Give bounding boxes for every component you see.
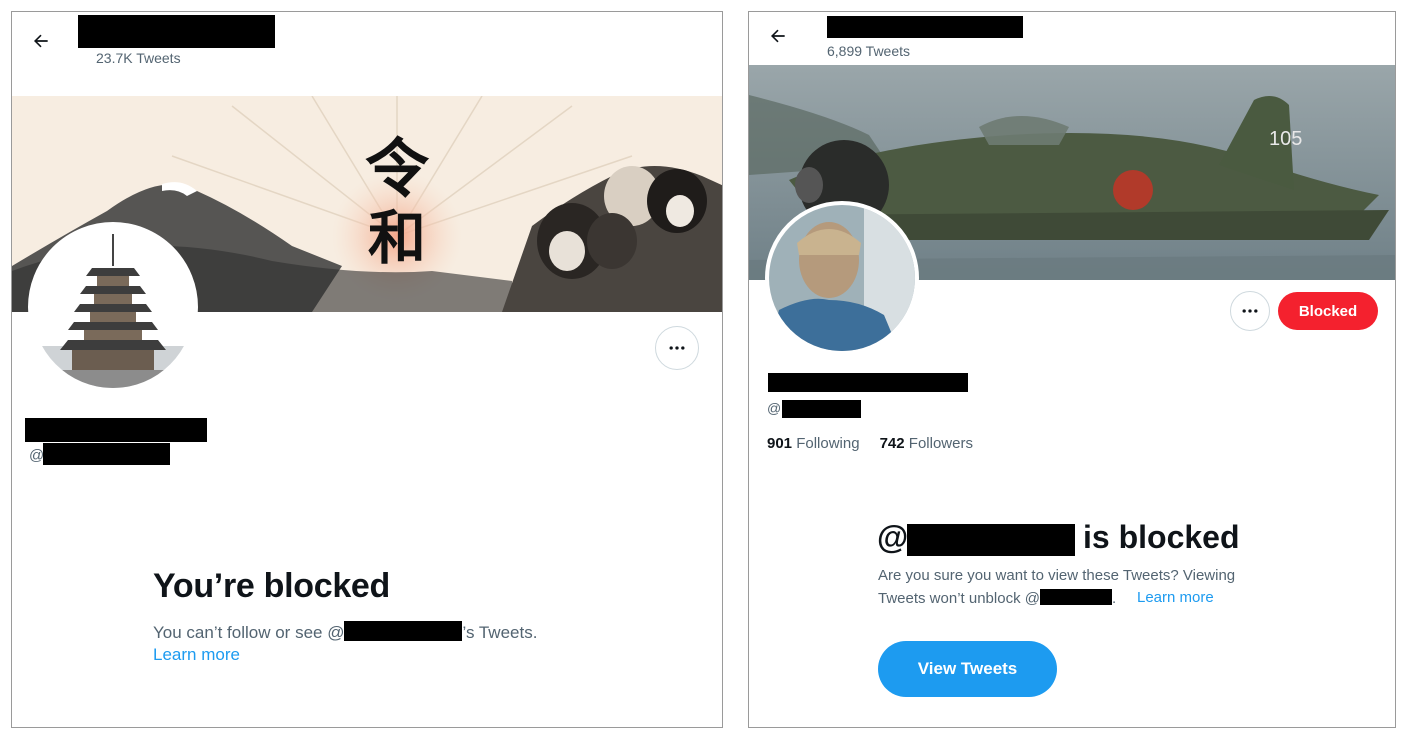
back-button[interactable]: [28, 28, 54, 54]
blocked-description-line1: Are you sure you want to view these Twee…: [878, 567, 1236, 584]
blocked-description-suffix: .: [1111, 590, 1117, 607]
learn-more-link[interactable]: Learn more: [153, 645, 240, 665]
more-options-button[interactable]: [655, 326, 699, 370]
banner-kanji: 令: [365, 132, 430, 207]
redacted-handle: [1039, 589, 1112, 605]
profile-avatar[interactable]: [765, 201, 919, 355]
profile-panel-right: 6,899 Tweets 105 Blocked @ 901 Following…: [748, 11, 1396, 728]
tweet-count: 23.7K Tweets: [96, 50, 181, 66]
blocked-description-suffix: ’s Tweets.: [462, 623, 538, 642]
profile-avatar[interactable]: [28, 222, 198, 392]
followers-stat[interactable]: 742 Followers: [880, 435, 973, 452]
arrow-left-icon: [34, 34, 48, 48]
following-count: 901: [767, 435, 793, 452]
learn-more-link[interactable]: Learn more: [1137, 589, 1214, 606]
redacted-handle: [344, 621, 463, 641]
more-options-button[interactable]: [1230, 291, 1270, 331]
more-horizontal-icon: [669, 346, 685, 350]
followers-count: 742: [879, 435, 905, 452]
redacted-display-name: [827, 16, 1023, 38]
blocked-title: You’re blocked: [153, 567, 391, 605]
view-tweets-button[interactable]: View Tweets: [878, 641, 1057, 697]
more-horizontal-icon: [1242, 309, 1258, 313]
redacted-handle: [907, 524, 1075, 556]
blocked-description-prefix: You can’t follow or see @: [153, 623, 345, 642]
followers-label: Followers: [908, 435, 973, 452]
back-button[interactable]: [765, 23, 791, 49]
blocked-button[interactable]: Blocked: [1278, 292, 1378, 330]
arrow-left-icon: [771, 29, 785, 43]
svg-text:和: 和: [368, 204, 426, 272]
blocked-description-line2: Tweets won’t unblock @.: [878, 589, 1116, 607]
follow-stats: 901 Following 742 Followers: [767, 435, 973, 452]
following-label: Following: [796, 435, 860, 452]
redacted-display-name: [78, 15, 275, 48]
blocked-description: You can’t follow or see @ ’s Tweets.: [153, 621, 537, 645]
blocked-title-prefix: @: [877, 519, 909, 555]
following-stat[interactable]: 901 Following: [767, 435, 860, 452]
redacted-handle: [43, 443, 170, 465]
handle-at-sign: @: [29, 447, 45, 464]
blocked-description-prefix: Tweets won’t unblock @: [878, 590, 1040, 607]
handle-at-sign: @: [767, 400, 782, 416]
redacted-handle: [782, 400, 861, 418]
profile-panel-left: 23.7K Tweets 令 和 @ You’re blocked You ca…: [11, 11, 723, 728]
plane-number: 105: [1269, 128, 1302, 150]
redacted-display-name: [768, 373, 968, 392]
tweet-count: 6,899 Tweets: [827, 43, 911, 59]
blocked-title: is blocked: [1083, 519, 1240, 555]
redacted-display-name: [25, 418, 207, 442]
